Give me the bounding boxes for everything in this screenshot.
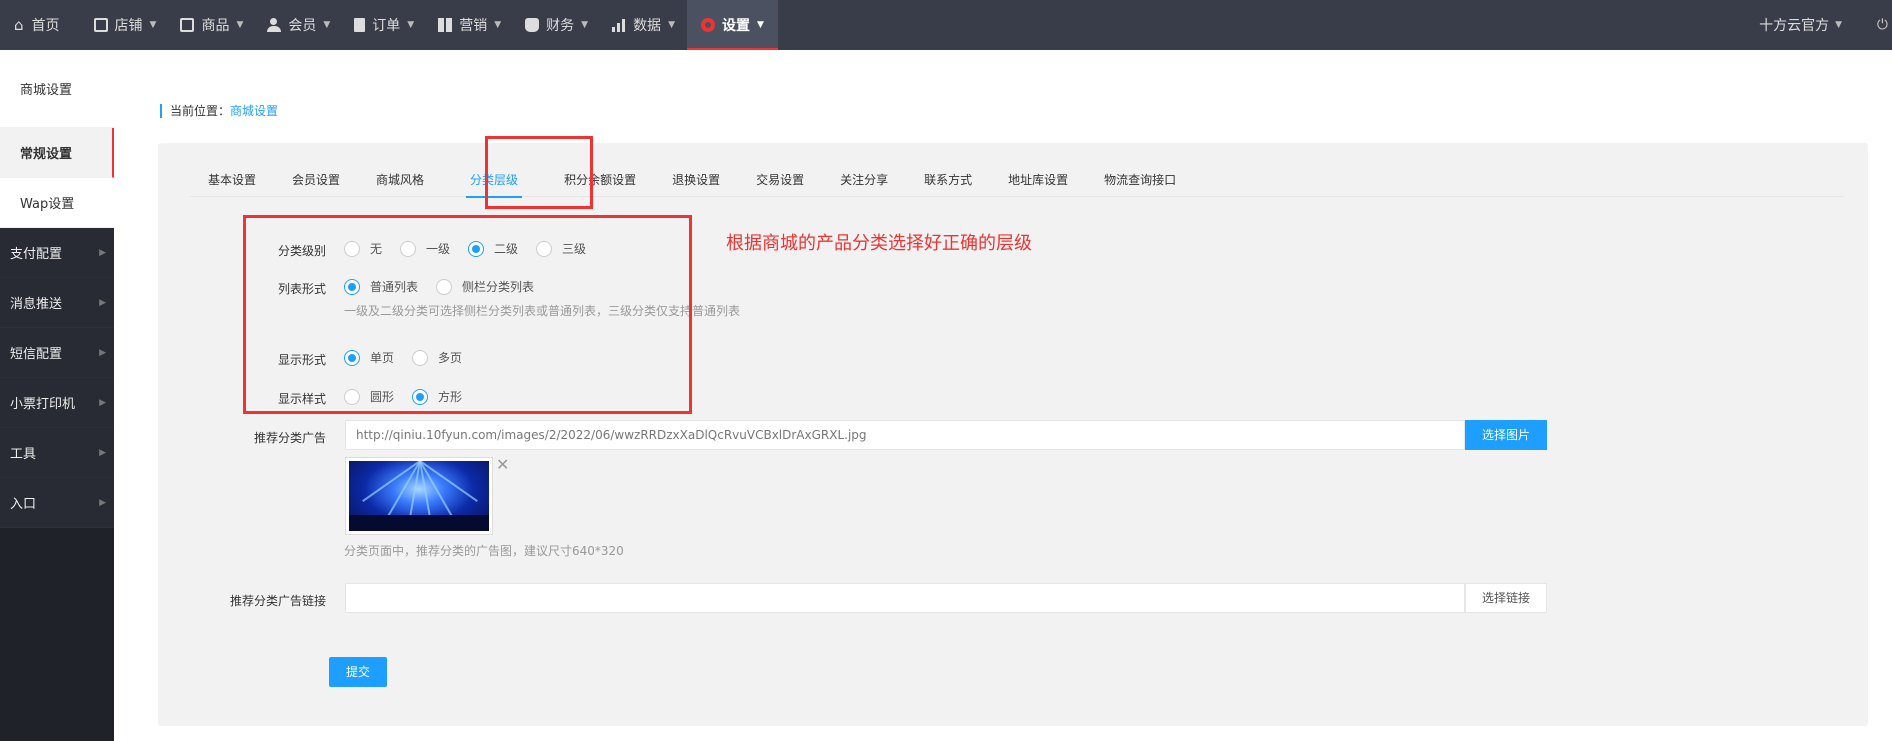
nav-settings[interactable]: 设置 ▼ [686, 0, 778, 50]
select-image-button[interactable]: 选择图片 [1465, 420, 1547, 450]
ad-link-label: 推荐分类广告链接 [229, 594, 326, 608]
tab-trade[interactable]: 交易设置 [738, 163, 822, 197]
sidebar-item-sms[interactable]: 短信配置 ▶ [0, 328, 114, 378]
home-icon: ⌂ [14, 16, 24, 34]
chevron-down-icon: ▼ [149, 20, 157, 30]
sidebar-item-general-settings[interactable]: 常规设置 [0, 128, 114, 178]
tab-address[interactable]: 地址库设置 [990, 163, 1086, 197]
sidebar-item-payment[interactable]: 支付配置 ▶ [0, 228, 114, 278]
breadcrumb-link[interactable]: 商城设置 [230, 104, 278, 118]
nav-finance-label: 财务 [546, 18, 575, 34]
nav-finance[interactable]: 财务 ▼ [513, 0, 600, 50]
nav-store[interactable]: 店铺 ▼ [82, 0, 169, 50]
nav-order-label: 订单 [372, 18, 401, 34]
order-icon [354, 18, 366, 32]
breadcrumb: 当前位置：商城设置 [160, 104, 278, 118]
sidebar-item-label: 常规设置 [20, 147, 73, 162]
chevron-right-icon: ▶ [99, 297, 106, 308]
account-name: 十方云官方 [1759, 18, 1830, 34]
breadcrumb-prefix: 当前位置： [170, 104, 231, 118]
chevron-down-icon: ▼ [407, 20, 415, 30]
nav-goods[interactable]: 商品 ▼ [168, 0, 255, 50]
sidebar-item-label: 短信配置 [10, 347, 63, 362]
sidebar-item-label: 入口 [10, 497, 37, 512]
sidebar: 商城设置 常规设置 Wap设置 支付配置 ▶ 消息推送 ▶ 短信配置 ▶ 小票打印机 ▶… [0, 50, 114, 741]
user-icon [267, 18, 282, 32]
chevron-right-icon: ▶ [99, 247, 106, 258]
gift-icon [438, 18, 453, 32]
sidebar-item-tools[interactable]: 工具 ▶ [0, 428, 114, 478]
tab-returns[interactable]: 退换设置 [654, 163, 738, 197]
sidebar-item-label: 消息推送 [10, 297, 63, 312]
tab-highlight-box [485, 136, 593, 209]
power-icon[interactable]: ⏻ [1877, 17, 1888, 33]
chevron-down-icon: ▼ [668, 20, 675, 30]
nav-marketing-label: 营销 [459, 18, 488, 34]
chevron-down-icon: ▼ [581, 20, 589, 30]
chevron-down-icon: ▼ [323, 20, 331, 30]
store-icon [93, 18, 108, 32]
sidebar-item-printer[interactable]: 小票打印机 ▶ [0, 378, 114, 428]
tab-style[interactable]: 商城风格 [358, 163, 442, 197]
nav-marketing[interactable]: 营销 ▼ [426, 0, 513, 50]
nav-data[interactable]: 数据 ▼ [600, 0, 687, 50]
tab-basic[interactable]: 基本设置 [190, 163, 274, 197]
gear-icon [700, 18, 715, 32]
nav-member[interactable]: 会员 ▼ [255, 0, 342, 50]
sidebar-item-wap-settings[interactable]: Wap设置 [0, 178, 114, 228]
nav-home[interactable]: ⌂ 首页 [0, 0, 82, 50]
chevron-down-icon: ▼ [1835, 20, 1842, 30]
account-menu[interactable]: 十方云官方 ▼ [1759, 0, 1892, 50]
nav-goods-label: 商品 [201, 18, 230, 34]
tab-contact[interactable]: 联系方式 [906, 163, 990, 197]
chart-icon [612, 18, 626, 32]
chevron-right-icon: ▶ [99, 347, 106, 358]
select-link-button[interactable]: 选择链接 [1465, 583, 1547, 613]
nav-home-label: 首页 [31, 18, 60, 34]
ad-link-input[interactable] [345, 583, 1465, 613]
chevron-right-icon: ▶ [99, 497, 106, 508]
tab-bar: 基本设置 会员设置 商城风格 分类层级 积分余额设置 退换设置 交易设置 关注分… [190, 163, 1844, 198]
form-highlight-box [243, 215, 692, 414]
nav-data-label: 数据 [633, 18, 662, 34]
top-navbar: ⌂ 首页 店铺 ▼ 商品 ▼ 会员 ▼ 订单 ▼ 营销 ▼ 财务 ▼ 数据 ▼ 设置 ▼ 十方云… [0, 0, 1892, 50]
annotation-note: 根据商城的产品分类选择好正确的层级 [726, 233, 1032, 254]
nav-member-label: 会员 [288, 18, 317, 34]
tab-member[interactable]: 会员设置 [274, 163, 358, 197]
chevron-right-icon: ▶ [99, 447, 106, 458]
sidebar-item-mall-settings[interactable]: 商城设置 [0, 50, 114, 128]
nav-store-label: 店铺 [114, 18, 143, 34]
sidebar-item-label: 小票打印机 [10, 397, 76, 412]
chevron-down-icon: ▼ [756, 20, 764, 30]
ad-label: 推荐分类广告 [253, 431, 326, 445]
chevron-right-icon: ▶ [99, 397, 106, 408]
tab-share[interactable]: 关注分享 [822, 163, 906, 197]
chevron-down-icon: ▼ [494, 20, 502, 30]
sidebar-item-label: 支付配置 [10, 247, 63, 262]
ad-image [349, 461, 489, 531]
sidebar-item-label: 工具 [10, 447, 37, 462]
sidebar-item-label: 商城设置 [20, 83, 73, 98]
sidebar-item-message-push[interactable]: 消息推送 ▶ [0, 278, 114, 328]
submit-button[interactable]: 提交 [329, 657, 387, 687]
chevron-down-icon: ▼ [236, 20, 244, 30]
ad-image-url-input[interactable]: http://qiniu.10fyun.com/images/2/2022/06… [345, 420, 1465, 450]
ad-hint: 分类页面中，推荐分类的广告图，建议尺寸640*320 [344, 544, 624, 558]
sidebar-item-entry[interactable]: 入口 ▶ [0, 478, 114, 528]
tab-logistics[interactable]: 物流查询接口 [1086, 163, 1194, 197]
ad-image-preview [345, 457, 493, 535]
sidebar-item-label: Wap设置 [20, 197, 75, 212]
goods-icon [180, 18, 195, 32]
remove-image-icon[interactable]: ✕ [496, 455, 509, 474]
money-bag-icon [525, 18, 540, 32]
nav-order[interactable]: 订单 ▼ [342, 0, 426, 50]
nav-settings-label: 设置 [721, 18, 750, 34]
